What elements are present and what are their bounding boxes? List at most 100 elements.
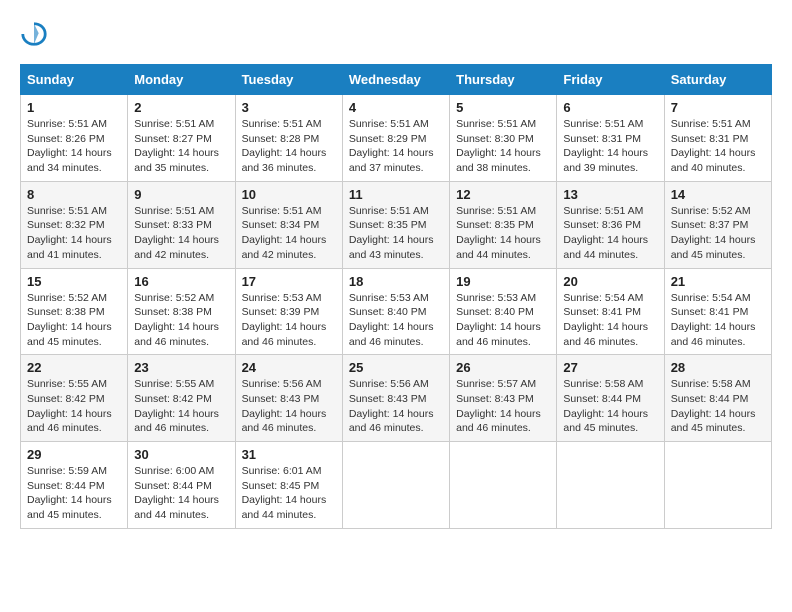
day-number: 19 bbox=[456, 274, 550, 289]
day-number: 4 bbox=[349, 100, 443, 115]
day-number: 17 bbox=[242, 274, 336, 289]
page-header bbox=[20, 20, 772, 48]
calendar-day-cell: 9 Sunrise: 5:51 AM Sunset: 8:33 PM Dayli… bbox=[128, 181, 235, 268]
day-info: Sunrise: 5:51 AM Sunset: 8:27 PM Dayligh… bbox=[134, 117, 228, 176]
weekday-header: Saturday bbox=[664, 65, 771, 95]
day-number: 15 bbox=[27, 274, 121, 289]
calendar-day-cell bbox=[450, 442, 557, 529]
day-info: Sunrise: 5:51 AM Sunset: 8:33 PM Dayligh… bbox=[134, 204, 228, 263]
day-info: Sunrise: 5:59 AM Sunset: 8:44 PM Dayligh… bbox=[27, 464, 121, 523]
day-number: 3 bbox=[242, 100, 336, 115]
day-info: Sunrise: 5:57 AM Sunset: 8:43 PM Dayligh… bbox=[456, 377, 550, 436]
calendar-day-cell: 15 Sunrise: 5:52 AM Sunset: 8:38 PM Dayl… bbox=[21, 268, 128, 355]
calendar-day-cell: 4 Sunrise: 5:51 AM Sunset: 8:29 PM Dayli… bbox=[342, 95, 449, 182]
day-info: Sunrise: 5:51 AM Sunset: 8:35 PM Dayligh… bbox=[349, 204, 443, 263]
calendar-day-cell: 25 Sunrise: 5:56 AM Sunset: 8:43 PM Dayl… bbox=[342, 355, 449, 442]
day-number: 11 bbox=[349, 187, 443, 202]
day-number: 16 bbox=[134, 274, 228, 289]
calendar-week-row: 29 Sunrise: 5:59 AM Sunset: 8:44 PM Dayl… bbox=[21, 442, 772, 529]
day-number: 12 bbox=[456, 187, 550, 202]
weekday-header: Monday bbox=[128, 65, 235, 95]
day-info: Sunrise: 5:52 AM Sunset: 8:38 PM Dayligh… bbox=[27, 291, 121, 350]
day-number: 28 bbox=[671, 360, 765, 375]
calendar-day-cell: 30 Sunrise: 6:00 AM Sunset: 8:44 PM Dayl… bbox=[128, 442, 235, 529]
calendar-day-cell: 19 Sunrise: 5:53 AM Sunset: 8:40 PM Dayl… bbox=[450, 268, 557, 355]
day-number: 21 bbox=[671, 274, 765, 289]
day-info: Sunrise: 5:51 AM Sunset: 8:29 PM Dayligh… bbox=[349, 117, 443, 176]
day-number: 2 bbox=[134, 100, 228, 115]
day-info: Sunrise: 5:58 AM Sunset: 8:44 PM Dayligh… bbox=[563, 377, 657, 436]
day-number: 7 bbox=[671, 100, 765, 115]
calendar-header-row: SundayMondayTuesdayWednesdayThursdayFrid… bbox=[21, 65, 772, 95]
calendar-day-cell: 12 Sunrise: 5:51 AM Sunset: 8:35 PM Dayl… bbox=[450, 181, 557, 268]
logo-icon bbox=[20, 20, 48, 48]
calendar-day-cell: 20 Sunrise: 5:54 AM Sunset: 8:41 PM Dayl… bbox=[557, 268, 664, 355]
weekday-header: Wednesday bbox=[342, 65, 449, 95]
calendar-week-row: 1 Sunrise: 5:51 AM Sunset: 8:26 PM Dayli… bbox=[21, 95, 772, 182]
day-info: Sunrise: 5:56 AM Sunset: 8:43 PM Dayligh… bbox=[349, 377, 443, 436]
calendar-day-cell: 3 Sunrise: 5:51 AM Sunset: 8:28 PM Dayli… bbox=[235, 95, 342, 182]
weekday-header: Sunday bbox=[21, 65, 128, 95]
day-info: Sunrise: 5:51 AM Sunset: 8:31 PM Dayligh… bbox=[563, 117, 657, 176]
calendar-day-cell: 24 Sunrise: 5:56 AM Sunset: 8:43 PM Dayl… bbox=[235, 355, 342, 442]
day-number: 5 bbox=[456, 100, 550, 115]
calendar-day-cell: 29 Sunrise: 5:59 AM Sunset: 8:44 PM Dayl… bbox=[21, 442, 128, 529]
day-number: 24 bbox=[242, 360, 336, 375]
calendar-day-cell: 2 Sunrise: 5:51 AM Sunset: 8:27 PM Dayli… bbox=[128, 95, 235, 182]
day-number: 8 bbox=[27, 187, 121, 202]
calendar-week-row: 8 Sunrise: 5:51 AM Sunset: 8:32 PM Dayli… bbox=[21, 181, 772, 268]
day-number: 18 bbox=[349, 274, 443, 289]
day-info: Sunrise: 5:51 AM Sunset: 8:31 PM Dayligh… bbox=[671, 117, 765, 176]
day-number: 30 bbox=[134, 447, 228, 462]
day-info: Sunrise: 5:53 AM Sunset: 8:40 PM Dayligh… bbox=[349, 291, 443, 350]
calendar-day-cell: 16 Sunrise: 5:52 AM Sunset: 8:38 PM Dayl… bbox=[128, 268, 235, 355]
day-info: Sunrise: 5:54 AM Sunset: 8:41 PM Dayligh… bbox=[563, 291, 657, 350]
calendar-day-cell: 7 Sunrise: 5:51 AM Sunset: 8:31 PM Dayli… bbox=[664, 95, 771, 182]
calendar-day-cell: 21 Sunrise: 5:54 AM Sunset: 8:41 PM Dayl… bbox=[664, 268, 771, 355]
day-info: Sunrise: 5:51 AM Sunset: 8:34 PM Dayligh… bbox=[242, 204, 336, 263]
calendar-day-cell: 26 Sunrise: 5:57 AM Sunset: 8:43 PM Dayl… bbox=[450, 355, 557, 442]
day-info: Sunrise: 5:52 AM Sunset: 8:38 PM Dayligh… bbox=[134, 291, 228, 350]
day-number: 27 bbox=[563, 360, 657, 375]
day-number: 29 bbox=[27, 447, 121, 462]
calendar-day-cell: 6 Sunrise: 5:51 AM Sunset: 8:31 PM Dayli… bbox=[557, 95, 664, 182]
day-number: 25 bbox=[349, 360, 443, 375]
day-info: Sunrise: 5:54 AM Sunset: 8:41 PM Dayligh… bbox=[671, 291, 765, 350]
day-info: Sunrise: 5:51 AM Sunset: 8:26 PM Dayligh… bbox=[27, 117, 121, 176]
day-number: 23 bbox=[134, 360, 228, 375]
calendar-day-cell: 5 Sunrise: 5:51 AM Sunset: 8:30 PM Dayli… bbox=[450, 95, 557, 182]
calendar-day-cell: 1 Sunrise: 5:51 AM Sunset: 8:26 PM Dayli… bbox=[21, 95, 128, 182]
weekday-header: Friday bbox=[557, 65, 664, 95]
calendar-day-cell: 8 Sunrise: 5:51 AM Sunset: 8:32 PM Dayli… bbox=[21, 181, 128, 268]
day-number: 13 bbox=[563, 187, 657, 202]
day-info: Sunrise: 5:51 AM Sunset: 8:32 PM Dayligh… bbox=[27, 204, 121, 263]
calendar-day-cell bbox=[664, 442, 771, 529]
calendar-day-cell: 27 Sunrise: 5:58 AM Sunset: 8:44 PM Dayl… bbox=[557, 355, 664, 442]
calendar-week-row: 15 Sunrise: 5:52 AM Sunset: 8:38 PM Dayl… bbox=[21, 268, 772, 355]
calendar-week-row: 22 Sunrise: 5:55 AM Sunset: 8:42 PM Dayl… bbox=[21, 355, 772, 442]
day-number: 31 bbox=[242, 447, 336, 462]
day-info: Sunrise: 6:01 AM Sunset: 8:45 PM Dayligh… bbox=[242, 464, 336, 523]
calendar-day-cell: 23 Sunrise: 5:55 AM Sunset: 8:42 PM Dayl… bbox=[128, 355, 235, 442]
weekday-header: Tuesday bbox=[235, 65, 342, 95]
day-info: Sunrise: 5:53 AM Sunset: 8:40 PM Dayligh… bbox=[456, 291, 550, 350]
calendar-day-cell: 31 Sunrise: 6:01 AM Sunset: 8:45 PM Dayl… bbox=[235, 442, 342, 529]
day-info: Sunrise: 5:51 AM Sunset: 8:35 PM Dayligh… bbox=[456, 204, 550, 263]
logo bbox=[20, 20, 52, 48]
calendar-day-cell: 14 Sunrise: 5:52 AM Sunset: 8:37 PM Dayl… bbox=[664, 181, 771, 268]
day-info: Sunrise: 5:55 AM Sunset: 8:42 PM Dayligh… bbox=[134, 377, 228, 436]
day-number: 20 bbox=[563, 274, 657, 289]
day-number: 26 bbox=[456, 360, 550, 375]
day-number: 9 bbox=[134, 187, 228, 202]
calendar-day-cell bbox=[342, 442, 449, 529]
calendar-day-cell: 22 Sunrise: 5:55 AM Sunset: 8:42 PM Dayl… bbox=[21, 355, 128, 442]
calendar-day-cell: 17 Sunrise: 5:53 AM Sunset: 8:39 PM Dayl… bbox=[235, 268, 342, 355]
day-info: Sunrise: 5:55 AM Sunset: 8:42 PM Dayligh… bbox=[27, 377, 121, 436]
day-info: Sunrise: 5:51 AM Sunset: 8:36 PM Dayligh… bbox=[563, 204, 657, 263]
day-number: 1 bbox=[27, 100, 121, 115]
calendar-day-cell: 13 Sunrise: 5:51 AM Sunset: 8:36 PM Dayl… bbox=[557, 181, 664, 268]
day-number: 14 bbox=[671, 187, 765, 202]
weekday-header: Thursday bbox=[450, 65, 557, 95]
day-info: Sunrise: 5:52 AM Sunset: 8:37 PM Dayligh… bbox=[671, 204, 765, 263]
day-info: Sunrise: 5:51 AM Sunset: 8:30 PM Dayligh… bbox=[456, 117, 550, 176]
